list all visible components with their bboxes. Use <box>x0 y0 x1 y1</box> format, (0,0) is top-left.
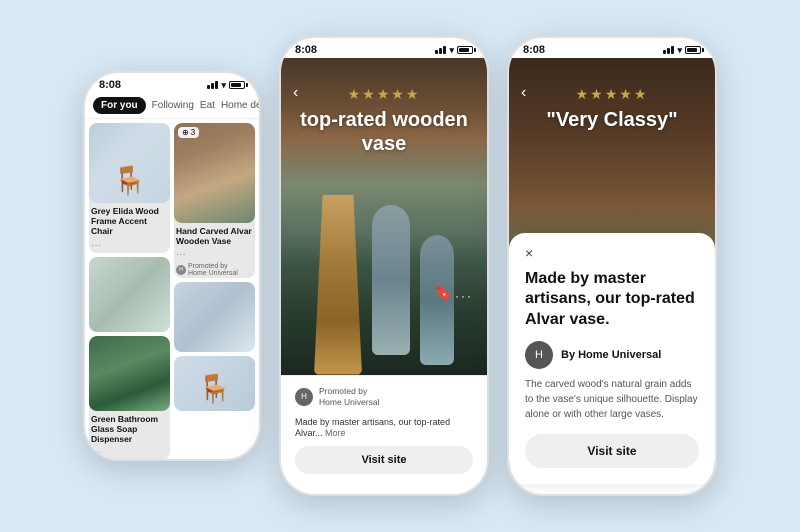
col-2: ⊕ 3 Hand Carved Alvar Wooden Vase ··· H … <box>174 123 255 461</box>
promoted-brand: Home Universal <box>188 270 238 277</box>
time-1: 8:08 <box>99 79 121 91</box>
promoted-row-phone2: H Promoted by Home Universal <box>295 386 473 408</box>
wifi-icon-2: ▾ <box>449 45 454 56</box>
tab-following[interactable]: Following <box>152 100 194 111</box>
card-sink[interactable] <box>89 257 170 332</box>
status-bar-1: 8:08 ▾ <box>85 73 259 93</box>
time-3: 8:08 <box>523 44 545 56</box>
status-icons-2: ▾ <box>435 45 473 56</box>
wifi-icon-3: ▾ <box>677 45 682 56</box>
close-button-3[interactable]: × <box>525 245 699 261</box>
popup-visit-button[interactable]: Visit site <box>525 434 699 468</box>
phone2-screen: 🌾 ★★★★★ top-rated wooden vase ‹ ··· 🔖 H <box>281 58 487 484</box>
status-bar-3: 8:08 ▾ <box>509 38 715 58</box>
promoted-brand-2: Home Universal <box>319 397 379 408</box>
promoted-avatar-2: H <box>295 388 313 406</box>
progress-bar-2 <box>354 412 414 415</box>
stars-rating-3: ★★★★★ <box>509 86 715 103</box>
promoted-by-label: Promoted by <box>319 386 379 397</box>
stars-rating-2: ★★★★★ <box>281 86 487 103</box>
soap-more-dots[interactable]: ··· <box>89 445 170 460</box>
chair-image <box>89 123 170 203</box>
soap-image <box>89 336 170 411</box>
phone-1: 8:08 ▾ For you Following Eat Home decor … <box>83 71 261 461</box>
promoted-avatar-1: H <box>176 265 186 275</box>
chair-label: Grey Elida Wood Frame Accent Chair <box>89 203 170 238</box>
image-title-2: top-rated wooden vase <box>281 108 487 156</box>
nav-tabs: For you Following Eat Home decor <box>85 93 259 119</box>
card-bottles[interactable] <box>174 282 255 352</box>
tab-eat[interactable]: Eat <box>200 100 215 111</box>
signal-icon-2 <box>435 46 446 54</box>
popup-by-label: By Home Universal <box>561 349 661 361</box>
vase-more-dots[interactable]: ··· <box>174 247 255 262</box>
back-button-2[interactable]: ‹ <box>293 84 298 102</box>
status-icons-1: ▾ <box>207 80 245 91</box>
popup-avatar-3: H <box>525 341 553 369</box>
tab-foryou[interactable]: For you <box>93 97 146 114</box>
phone-3: 8:08 ▾ 🌾 <box>507 36 717 496</box>
bottles-image <box>174 282 255 352</box>
bath-image <box>174 356 255 411</box>
chair-more-dots[interactable]: ··· <box>89 238 170 253</box>
time-2: 8:08 <box>295 44 317 56</box>
bottom-sheet-2: H Promoted by Home Universal Made by mas… <box>281 375 487 484</box>
promoted-info-2: Promoted by Home Universal <box>319 386 379 408</box>
card-vase[interactable]: ⊕ 3 Hand Carved Alvar Wooden Vase ··· H … <box>174 123 255 278</box>
more-link-2[interactable]: More <box>325 428 346 438</box>
battery-icon-3 <box>685 46 701 54</box>
caption-2: Made by master artisans, our top-rated A… <box>295 417 473 440</box>
soap-label: Green Bathroom Glass Soap Dispenser <box>89 411 170 446</box>
signal-icon <box>207 81 218 89</box>
card-chair[interactable]: Grey Elida Wood Frame Accent Chair ··· <box>89 123 170 253</box>
back-button-3[interactable]: ‹ <box>521 84 526 102</box>
visit-button-2[interactable]: Visit site <box>295 446 473 474</box>
image-title-3: "Very Classy" <box>509 108 715 132</box>
status-icons-3: ▾ <box>663 45 701 56</box>
signal-icon-3 <box>663 46 674 54</box>
vase-promoted: H Promoted by Home Universal <box>174 262 255 278</box>
bottom-popup-3: × Made by master artisans, our top-rated… <box>509 233 715 484</box>
popup-description: The carved wood's natural grain adds to … <box>525 377 699 422</box>
wifi-icon: ▾ <box>221 80 226 91</box>
vase-image: ⊕ 3 <box>174 123 255 223</box>
popup-avatar-row: H By Home Universal <box>525 341 699 369</box>
card-soap[interactable]: Green Bathroom Glass Soap Dispenser ··· <box>89 336 170 461</box>
save-badge: ⊕ 3 <box>178 127 199 138</box>
popup-title-3: Made by master artisans, our top-rated A… <box>525 269 699 331</box>
card-bath[interactable] <box>174 356 255 411</box>
masonry-grid: Grey Elida Wood Frame Accent Chair ··· G… <box>85 119 259 461</box>
vase-label: Hand Carved Alvar Wooden Vase <box>174 223 255 247</box>
status-bar-2: 8:08 ▾ <box>281 38 487 58</box>
phone3-screen: 🌾 ★★★★★ "Very Classy" ‹ × Made by master… <box>509 58 715 484</box>
save-icon-overlay-2[interactable]: 🔖 <box>433 283 453 303</box>
battery-icon-2 <box>457 46 473 54</box>
phone2-image-area: 🌾 ★★★★★ top-rated wooden vase ‹ ··· 🔖 <box>281 58 487 375</box>
dots-overlay-2[interactable]: ··· <box>455 289 473 303</box>
tab-homedecor[interactable]: Home decor <box>221 100 261 111</box>
phone-2: 8:08 ▾ 🌾 <box>279 36 489 496</box>
save-count: 3 <box>191 128 195 137</box>
battery-icon <box>229 81 245 89</box>
vase-scene: 🌾 <box>281 58 487 375</box>
vase-grey-1 <box>372 205 410 355</box>
col-1: Grey Elida Wood Frame Accent Chair ··· G… <box>89 123 170 461</box>
save-icon-sm: ⊕ <box>182 128 189 137</box>
vase-wood-main: 🌾 <box>314 195 362 375</box>
sink-image <box>89 257 170 332</box>
promoted-label: Promoted by <box>188 263 238 270</box>
